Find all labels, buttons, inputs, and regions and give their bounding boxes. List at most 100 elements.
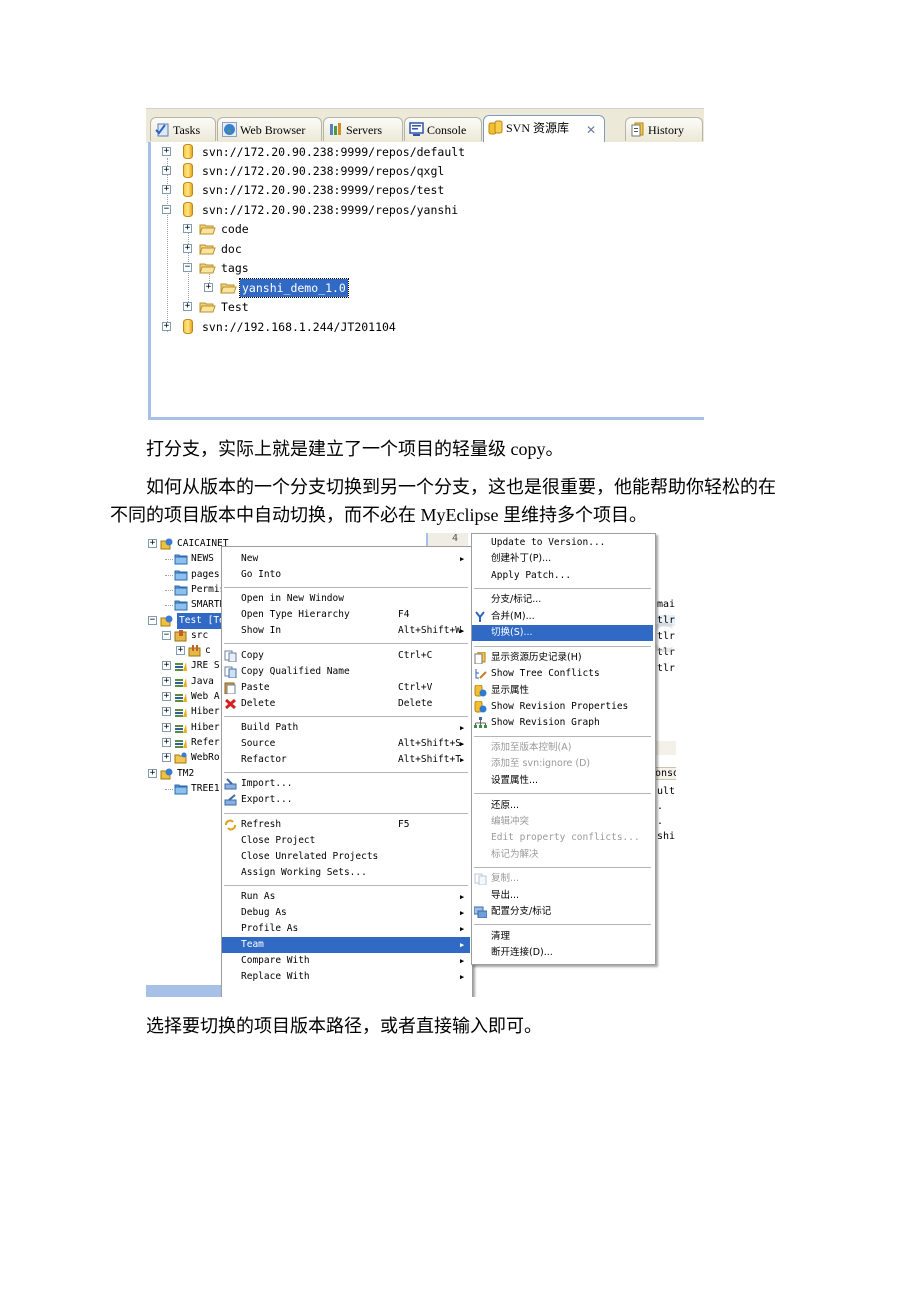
menu-item-[interactable]: 清理 (472, 929, 653, 945)
tab-console[interactable]: Console (404, 117, 482, 141)
menu-item-shortcut: Ctrl+V (398, 681, 433, 693)
menu-item-import[interactable]: Import... (222, 776, 470, 792)
menu-item-open-type-hierarchy[interactable]: Open Type Hierarchy F4 (222, 607, 470, 623)
menu-item-show-revision-graph[interactable]: Show Revision Graph (472, 715, 653, 731)
menu-item-show-revision-properties[interactable]: Show Revision Properties (472, 699, 653, 715)
menu-item-assign-working-sets[interactable]: Assign Working Sets... (222, 865, 470, 881)
collapse-toggle[interactable]: − (148, 615, 157, 625)
tab-history[interactable]: History (625, 117, 703, 141)
console-tab-fragment[interactable]: onso (655, 767, 676, 780)
menu-item-debug-as[interactable]: Debug As ▶ (222, 905, 470, 921)
expand-toggle[interactable]: + (162, 707, 171, 717)
expand-toggle[interactable]: + (162, 166, 171, 175)
menu-item-s[interactable]: 切换(S)... (472, 625, 653, 642)
menu-item-open-in-new-window[interactable]: Open in New Window (222, 591, 470, 607)
expand-toggle[interactable]: + (183, 224, 192, 233)
menu-item-label: 添加至版本控制(A) (491, 742, 572, 754)
menu-item-close-unrelated-projects[interactable]: Close Unrelated Projects (222, 849, 470, 865)
expand-toggle[interactable]: + (204, 283, 213, 292)
menu-item-export[interactable]: Export... (222, 792, 470, 808)
menu-item-apply-patch[interactable]: Apply Patch... (472, 568, 653, 584)
menu-item-d[interactable]: 断开连接(D)... (472, 945, 653, 961)
menu-item-h[interactable]: 显示资源历史记录(H) (472, 650, 653, 666)
menu-item-run-as[interactable]: Run As ▶ (222, 889, 470, 905)
folder-open-icon (199, 244, 216, 255)
collapse-toggle[interactable]: − (162, 205, 171, 214)
tab-svn-repository[interactable]: SVN 资源库 ✕ (483, 115, 605, 143)
repository-icon (183, 163, 193, 178)
tree-guide-line (165, 605, 173, 607)
menu-item-source[interactable]: Source Alt+Shift+S ▶ (222, 736, 470, 752)
expand-toggle[interactable]: + (162, 737, 171, 747)
menu-separator (474, 793, 651, 796)
menu-item-replace-with[interactable]: Replace With ▶ (222, 969, 470, 985)
close-tab-icon[interactable]: ✕ (586, 118, 596, 142)
menu-item-label: 断开连接(D)... (491, 947, 553, 959)
menu-item-copy[interactable]: Copy Ctrl+C (222, 648, 470, 664)
menu-item-delete[interactable]: Delete Delete (222, 696, 470, 712)
project-icon (160, 768, 174, 780)
library-icon (174, 706, 188, 718)
menu-item-update-to-version[interactable]: Update to Version... (472, 535, 653, 551)
expand-toggle[interactable]: + (183, 244, 192, 253)
menu-item-: 编辑冲突 (472, 814, 653, 830)
menu-item-copy-qualified-name[interactable]: Copy Qualified Name (222, 664, 470, 680)
menu-item-team[interactable]: Team ▶ (222, 937, 470, 954)
menu-item-label: Edit property conflicts... (491, 832, 640, 844)
submenu-arrow-icon: ▶ (460, 724, 465, 733)
tab-servers[interactable]: Servers (323, 117, 403, 141)
expand-toggle[interactable]: + (148, 768, 157, 778)
menu-item-m[interactable]: 合并(M)... (472, 609, 653, 625)
expand-toggle[interactable]: + (162, 753, 171, 763)
expand-toggle[interactable]: + (183, 302, 192, 311)
folder-icon (174, 599, 188, 611)
menu-item-show-in[interactable]: Show In Alt+Shift+W ▶ (222, 623, 470, 639)
expand-toggle[interactable]: + (162, 322, 171, 331)
library-icon (174, 737, 188, 749)
package-explorer-item-label: Hiber (191, 721, 220, 733)
expand-toggle[interactable]: + (162, 661, 171, 671)
menu-item-[interactable]: 导出... (472, 888, 653, 904)
menu-item-new[interactable]: New ▶ (222, 551, 470, 567)
expand-toggle[interactable]: + (176, 646, 185, 656)
project-icon (160, 538, 174, 550)
menu-item-label: Update to Version... (491, 537, 606, 548)
expand-toggle[interactable]: + (162, 676, 171, 686)
menu-separator (224, 772, 468, 775)
menu-item-show-tree-conflicts[interactable]: Show Tree Conflicts (472, 666, 653, 682)
expand-toggle[interactable]: + (148, 539, 157, 548)
tree-guide-line (165, 574, 173, 576)
menu-item-label: Source (241, 738, 276, 750)
menu-item-profile-as[interactable]: Profile As ▶ (222, 921, 470, 937)
expand-toggle[interactable]: + (162, 722, 171, 732)
menu-item-[interactable]: 配置分支/标记 (472, 904, 653, 920)
menu-item-refresh[interactable]: Refresh F5 (222, 817, 470, 833)
collapse-toggle[interactable]: − (183, 263, 192, 272)
expand-toggle[interactable]: + (162, 692, 171, 701)
collapse-toggle[interactable]: − (162, 630, 171, 640)
menu-item-[interactable]: 还原... (472, 798, 653, 814)
expand-toggle[interactable]: + (162, 147, 171, 156)
menu-item-build-path[interactable]: Build Path ▶ (222, 720, 470, 736)
package-explorer-item-label: Java (191, 675, 214, 687)
tab-web-browser[interactable]: Web Browser (217, 117, 322, 141)
menu-item-go-into[interactable]: Go Into (222, 567, 470, 583)
package-explorer-item-label: WebRo (191, 752, 220, 764)
tab-tasks[interactable]: Tasks (150, 117, 216, 141)
menu-item-[interactable]: 分支/标记... (472, 592, 653, 608)
package-explorer-item-label: Test [Te (177, 612, 227, 629)
menu-item-[interactable]: 设置属性... (472, 773, 653, 789)
copy-icon (474, 873, 487, 886)
menu-item-label: Show Revision Properties (491, 700, 629, 712)
menu-item-compare-with[interactable]: Compare With ▶ (222, 953, 470, 969)
menu-item-refactor[interactable]: Refactor Alt+Shift+T ▶ (222, 752, 470, 768)
menu-item-[interactable]: 显示属性 (472, 683, 653, 699)
submenu-arrow-icon: ▶ (460, 893, 465, 902)
paragraph-switch-line1: 如何从版本的一个分支切换到另一个分支，这也是很重要，他能帮助你轻松的在 (146, 477, 776, 497)
menu-item-label: 设置属性... (491, 774, 539, 786)
menu-item-label: Show In (241, 625, 282, 637)
expand-toggle[interactable]: + (162, 185, 171, 194)
menu-item-paste[interactable]: Paste Ctrl+V (222, 680, 470, 696)
menu-item-close-project[interactable]: Close Project (222, 833, 470, 849)
menu-item-p[interactable]: 创建补丁(P)... (472, 551, 653, 567)
